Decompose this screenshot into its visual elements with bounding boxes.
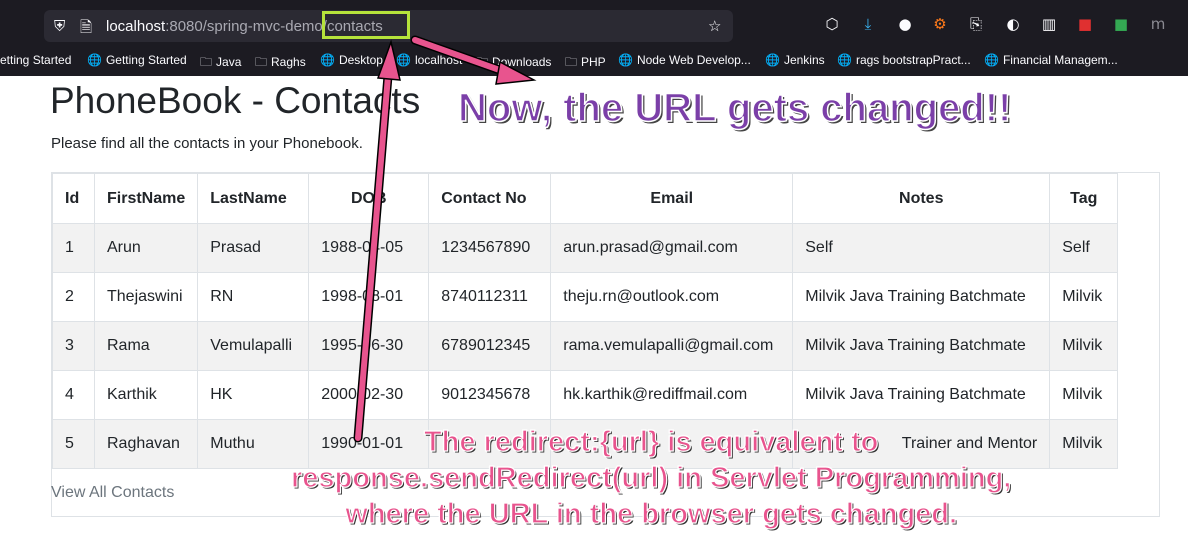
table-cell: Prasad [197,223,310,273]
callout-url-changed: Now, the URL gets changed!! [457,85,1012,131]
folder-icon: 🗀 [255,55,268,69]
globe-icon: 🌐 [320,53,335,67]
globe-icon: 🌐 [618,53,633,67]
callout-line: The redirect:{url} is equivalent to [423,425,879,458]
page-title: PhoneBook - Contacts [50,80,421,121]
browser-toolbar: ⛨ 🗎 localhost:8080/spring-mvc-demo/conta… [0,0,1188,76]
globe-icon: 🌐 [87,53,102,67]
globe-icon: 🌐 [984,53,999,67]
table-cell: 9012345678 [428,370,552,420]
table-cell: Milvik [1049,370,1119,420]
bookmark-item[interactable]: 🗀 Downloads [476,53,551,74]
extension-icon[interactable]: ◐ [1003,14,1023,34]
table-cell: Milvik Java Training Batchmate [792,370,1051,420]
bookmark-item[interactable]: 🌐 localhost [396,53,462,67]
page-icon: 🗎 [80,18,93,36]
table-cell: Raghavan [93,419,199,469]
globe-icon: 🌐 [837,53,852,67]
bookmarks-bar: etting Started 🌐 Getting Started 🗀 Java 🗀 R… [0,49,1188,73]
page-subtitle: Please find all the contacts in your Pho… [51,135,363,152]
column-header: LastName [197,173,310,224]
table-row: 3 Rama Vemulapalli 1995-06-30 6789012345… [52,321,1119,371]
table-cell: HK [197,370,310,420]
table-cell: Self [1049,223,1119,273]
view-all-contacts-link[interactable]: View All Contacts [51,484,174,502]
bookmark-item[interactable]: 🌐 rags bootstrapPract... [837,53,971,67]
bookmark-item[interactable]: 🌐 Desktop [320,53,383,67]
table-cell: 2000-02-30 [308,370,430,420]
table-cell: Milvik [1049,272,1119,322]
folder-icon: 🗀 [565,55,578,69]
table-cell: 3 [52,321,95,371]
table-cell: Milvik Java Training Batchmate [792,272,1051,322]
pocket-icon[interactable]: ⬡ [822,14,842,34]
clipboard-icon[interactable]: ⎘ [966,14,986,34]
column-header: Notes [792,173,1051,224]
account-icon[interactable]: m [1148,14,1168,34]
folder-icon: 🗀 [476,55,489,69]
bookmark-item[interactable]: 🌐 Node Web Develop... [618,53,751,67]
globe-icon: 🌐 [396,53,411,67]
table-cell: Thejaswini [93,272,199,322]
column-header: Id [52,173,95,224]
table-cell: Milvik [1049,321,1119,371]
table-cell: Arun [93,223,199,273]
column-header: Email [550,173,794,224]
table-cell: arun.prasad@gmail.com [550,223,794,273]
bookmark-item[interactable]: 🌐 Jenkins [765,53,825,67]
extension-green-icon[interactable]: ■ [1111,14,1131,34]
table-cell: rama.vemulapalli@gmail.com [550,321,794,371]
extension-red-icon[interactable]: ■ [1075,14,1095,34]
reader-library-icon[interactable]: ▥ [1039,14,1059,34]
table-row: 2 Thejaswini RN 1998-08-01 8740112311 th… [52,272,1119,322]
table-cell: 6789012345 [428,321,552,371]
table-cell: 1234567890 [428,223,552,273]
table-cell: 4 [52,370,95,420]
bookmark-item[interactable]: 🗀 Raghs [255,53,306,74]
bookmark-item[interactable]: 🗀 PHP [565,53,606,74]
table-row: 1 Arun Prasad 1988-04-05 1234567890 arun… [52,223,1119,273]
column-header: Tag [1049,173,1119,224]
table-cell: 8740112311 [428,272,552,322]
bookmark-star-icon[interactable]: ☆ [708,17,721,35]
url-port-path: :8080/spring-mvc-demo/ [165,18,327,35]
bookmark-item[interactable]: 🗀 Java [200,53,241,74]
bookmark-item[interactable]: 🌐 Getting Started [87,53,187,67]
column-header: FirstName [93,173,199,224]
downloads-icon[interactable]: ⤓ [858,14,878,34]
column-header: Contact No [428,173,552,224]
table-cell: 1988-04-05 [308,223,430,273]
bookmark-item[interactable]: etting Started [0,53,71,67]
callout-line: response.sendRedirect(url) in Servlet Pr… [290,461,1012,494]
table-cell: 2 [52,272,95,322]
table-cell: Vemulapalli [197,321,310,371]
table-cell: 1998-08-01 [308,272,430,322]
table-cell: Milvik [1049,419,1119,469]
url-host: localhost [106,18,166,35]
table-cell: theju.rn@outlook.com [550,272,794,322]
table-cell: hk.karthik@rediffmail.com [550,370,794,420]
shield-icon[interactable]: ⛨ [54,17,65,35]
table-header-row: Id FirstName LastName DOB Contact No Ema… [52,173,1119,224]
table-cell: 1995-06-30 [308,321,430,371]
table-cell: Self [792,223,1051,273]
table-row: 4 Karthik HK 2000-02-30 9012345678 hk.ka… [52,370,1119,420]
table-cell: RN [197,272,310,322]
avatar[interactable]: ● [895,14,915,34]
table-cell: Karthik [93,370,199,420]
table-cell: Rama [93,321,199,371]
column-header: DOB [308,173,430,224]
table-cell: 1 [52,223,95,273]
extension-gear-icon[interactable]: ⚙ [930,14,950,34]
folder-icon: 🗀 [200,55,213,69]
table-cell: 5 [52,419,95,469]
globe-icon: 🌐 [765,53,780,67]
bookmark-item[interactable]: 🌐 Financial Managem... [984,53,1118,67]
callout-line: where the URL in the browser gets change… [345,497,958,530]
url-highlight-box [322,11,410,39]
table-cell: Milvik Java Training Batchmate [792,321,1051,371]
callout-redirect-explanation: The redirect:{url} is equivalent to resp… [290,424,1012,532]
